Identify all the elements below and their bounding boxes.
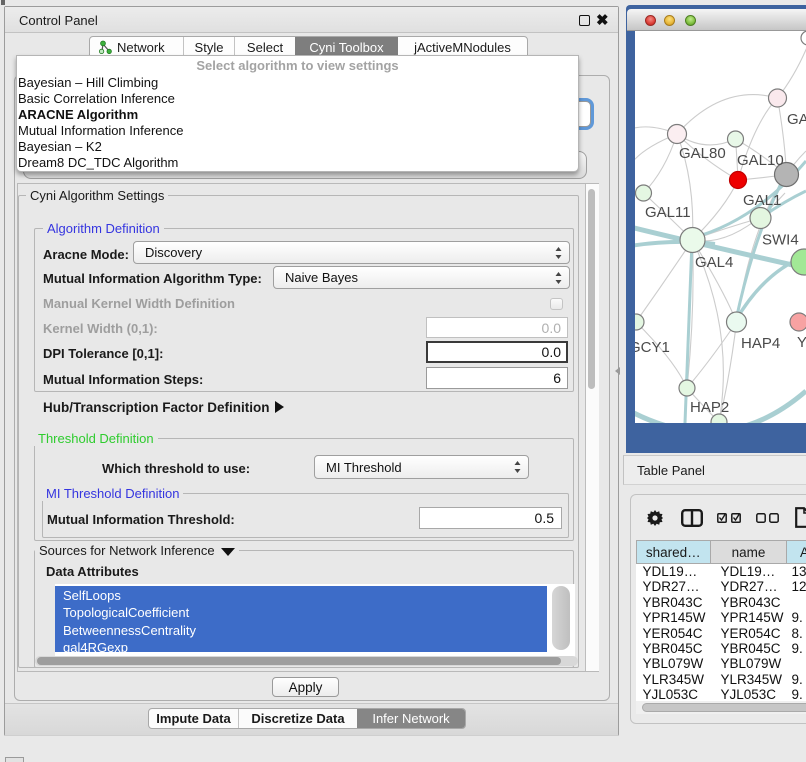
svg-text:GAL1: GAL1 xyxy=(743,192,781,209)
svg-text:GCY1: GCY1 xyxy=(635,339,670,356)
svg-text:GAL10: GAL10 xyxy=(737,152,784,169)
svg-text:HAP4: HAP4 xyxy=(741,335,780,352)
svg-text:HAP2: HAP2 xyxy=(690,399,729,416)
svg-text:SWI4: SWI4 xyxy=(762,232,799,249)
svg-text:GAL80: GAL80 xyxy=(679,145,726,162)
svg-text:GAL4: GAL4 xyxy=(695,254,733,271)
svg-text:GAL11: GAL11 xyxy=(645,204,691,221)
svg-text:GAL2: GAL2 xyxy=(787,111,806,128)
svg-text:YE: YE xyxy=(797,334,806,351)
